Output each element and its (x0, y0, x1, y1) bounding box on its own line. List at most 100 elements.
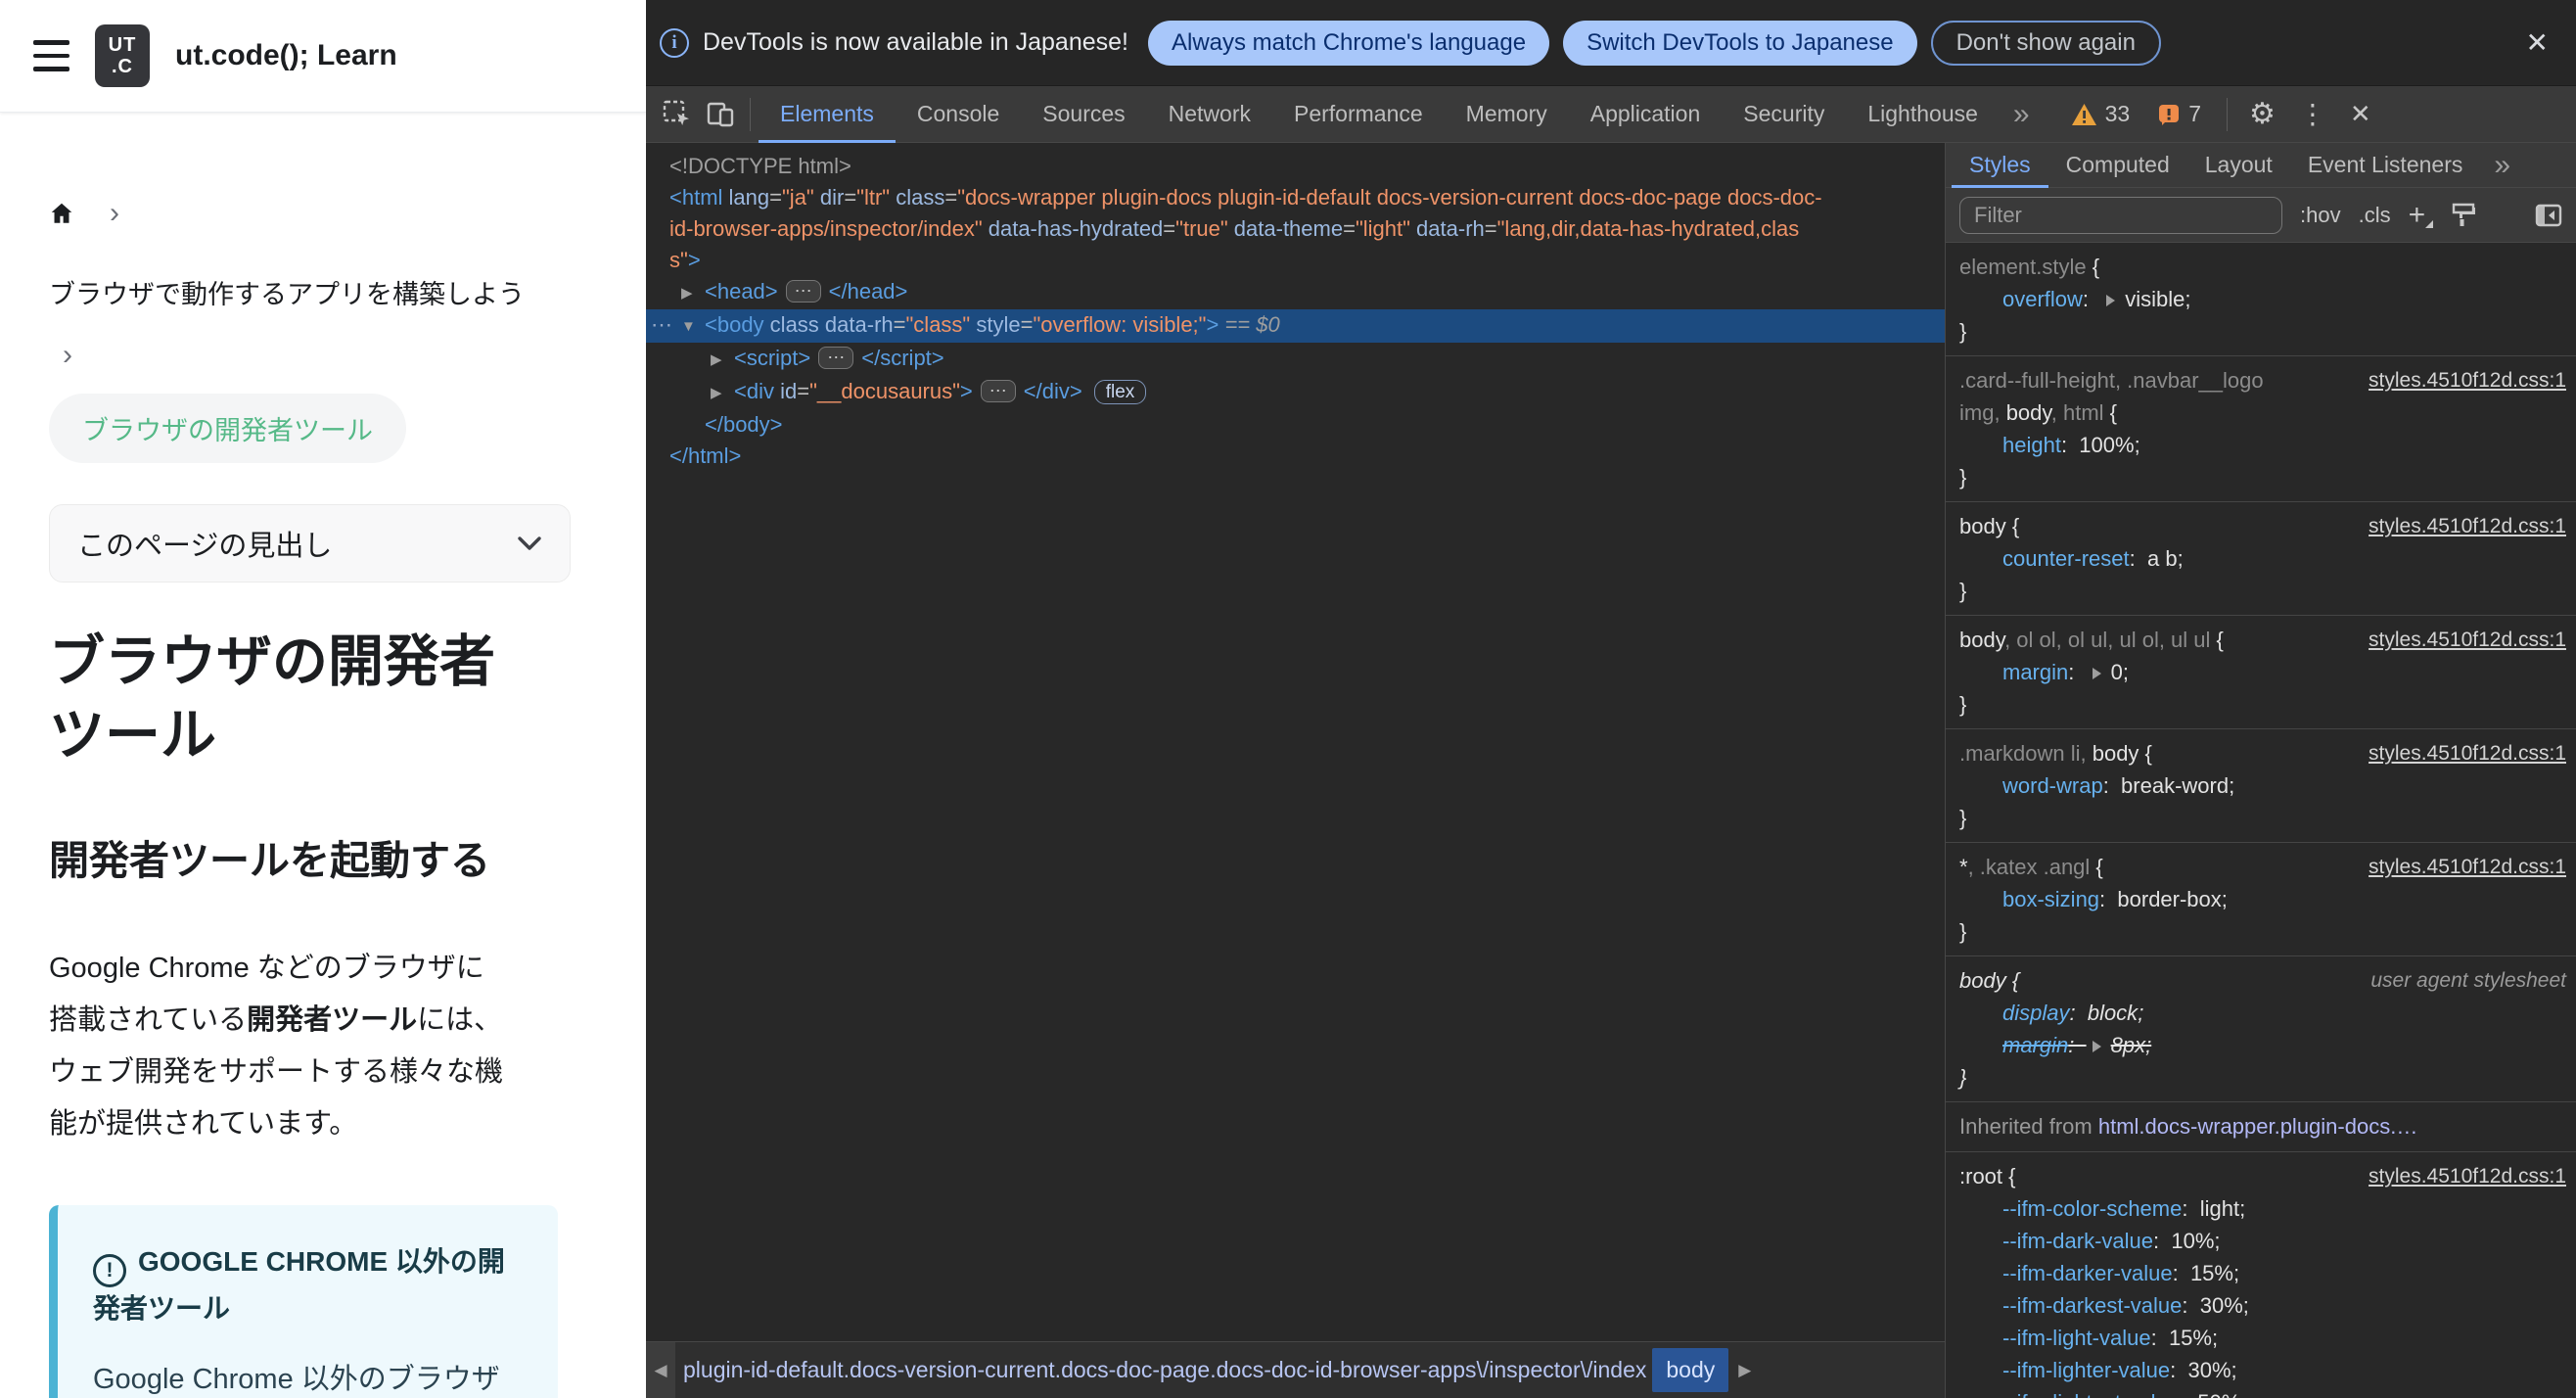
home-icon[interactable] (49, 201, 74, 226)
dom-node-row[interactable]: id-browser-apps/inspector/index" data-ha… (646, 213, 1945, 245)
css-property[interactable]: --ifm-lightest-value: 50%; (1959, 1386, 2566, 1398)
devtools-tab-performance[interactable]: Performance (1272, 86, 1445, 143)
expander-down-icon[interactable]: ▼ (681, 311, 705, 343)
dom-node-row[interactable]: ▶ <head> ⋯ </head> (646, 276, 1945, 309)
css-property[interactable]: --ifm-dark-value: 10%; (1959, 1225, 2566, 1257)
settings-gear-icon[interactable]: ⚙ (2239, 97, 2285, 131)
css-rule[interactable]: :root {styles.4510f12d.css:1 --ifm-color-… (1946, 1152, 2576, 1398)
breadcrumb-current[interactable]: ブラウザの開発者ツール (49, 394, 406, 463)
toc-toggle[interactable]: このページの見出し (49, 504, 571, 582)
dom-node-row[interactable]: ⋯ ▼ <body class data-rh="class" style="ove… (646, 309, 1945, 343)
expander-right-icon[interactable]: ▶ (711, 378, 734, 409)
device-toolbar-icon[interactable] (699, 95, 742, 134)
expander-right-icon[interactable]: ▶ (681, 278, 705, 309)
css-rule[interactable]: body {user agent stylesheet display: bloc… (1946, 956, 2576, 1102)
dom-node-row[interactable]: ▶ <div id="__docusaurus"> ⋯ </div> flex (646, 376, 1945, 409)
devtools-tab-elements[interactable]: Elements (759, 86, 896, 143)
devtools-tab-network[interactable]: Network (1147, 86, 1272, 143)
hamburger-menu-icon[interactable] (33, 40, 69, 71)
devtools-tab-security[interactable]: Security (1722, 86, 1846, 143)
css-property[interactable]: word-wrap: break-word; (1959, 769, 2566, 802)
notification-close-icon[interactable]: ✕ (2520, 26, 2554, 59)
dom-node-row[interactable]: s"> (646, 245, 1945, 276)
css-property[interactable]: --ifm-light-value: 15%; (1959, 1322, 2566, 1354)
rule-selector[interactable]: img, body, html { (1959, 396, 2566, 429)
stylesheet-source-link[interactable]: styles.4510f12d.css:1 (2353, 624, 2566, 656)
issue-count-badge[interactable]: 7 (2157, 101, 2201, 127)
expander-right-icon[interactable]: ▶ (711, 345, 734, 376)
css-rule[interactable]: .card--full-height, .navbar__logo styles.… (1946, 356, 2576, 502)
rule-selector[interactable]: :root {styles.4510f12d.css:1 (1959, 1160, 2566, 1192)
css-rule[interactable]: body {styles.4510f12d.css:1 counter-reset… (1946, 502, 2576, 616)
site-title[interactable]: ut.code(); Learn (175, 39, 397, 72)
devtools-tab-lighthouse[interactable]: Lighthouse (1846, 86, 2000, 143)
devtools-tab-application[interactable]: Application (1569, 86, 1723, 143)
rule-selector[interactable]: .markdown li, body {styles.4510f12d.css:… (1959, 737, 2566, 769)
devtools-tab-sources[interactable]: Sources (1021, 86, 1146, 143)
kebab-menu-icon[interactable]: ⋮ (2289, 98, 2336, 130)
styles-tab-event-listeners[interactable]: Event Listeners (2290, 143, 2481, 188)
forward-arrow-icon[interactable]: ▶ (1728, 1361, 1761, 1380)
hover-state-button[interactable]: :hov (2300, 203, 2341, 228)
rule-selector[interactable]: body, ol ol, ol ul, ul ol, ul ul {styles… (1959, 624, 2566, 656)
site-logo[interactable]: UT .C (95, 24, 150, 87)
stylesheet-source-link[interactable]: styles.4510f12d.css:1 (2353, 510, 2566, 542)
devtools-tab-memory[interactable]: Memory (1445, 86, 1569, 143)
new-style-rule-icon[interactable]: + (2409, 199, 2434, 232)
rule-selector[interactable]: *, .katex .angl {styles.4510f12d.css:1 (1959, 851, 2566, 883)
rendering-brush-icon[interactable] (2451, 203, 2476, 228)
styles-tab-computed[interactable]: Computed (2048, 143, 2187, 188)
breadcrumb-lesson[interactable]: ブラウザで動作するアプリを構築しよう (49, 273, 607, 311)
dom-node-row[interactable]: <!DOCTYPE html> (646, 151, 1945, 182)
css-property[interactable]: height: 100%; (1959, 429, 2566, 461)
dom-node-row[interactable]: </html> (646, 441, 1945, 472)
css-property[interactable]: --ifm-darker-value: 15%; (1959, 1257, 2566, 1289)
dom-node-row[interactable]: </body> (646, 409, 1945, 441)
rule-selector[interactable]: .card--full-height, .navbar__logo styles.… (1959, 364, 2566, 396)
switch-japanese-button[interactable]: Switch DevTools to Japanese (1563, 20, 1917, 66)
match-language-button[interactable]: Always match Chrome's language (1147, 20, 1550, 66)
dom-node-row[interactable]: ▶ <script> ⋯ </script> (646, 343, 1945, 376)
flex-badge[interactable]: flex (1093, 380, 1147, 404)
warning-count-badge[interactable]: 33 (2071, 101, 2130, 127)
styles-tab-styles[interactable]: Styles (1952, 143, 2048, 188)
devtools-close-icon[interactable]: ✕ (2340, 99, 2381, 129)
rule-selector[interactable]: body {user agent stylesheet (1959, 964, 2566, 997)
stylesheet-source-link[interactable]: styles.4510f12d.css:1 (2353, 364, 2566, 396)
css-property[interactable]: --ifm-darkest-value: 30%; (1959, 1289, 2566, 1322)
css-property[interactable]: margin: 8px; (1959, 1029, 2566, 1061)
stylesheet-source-link[interactable]: styles.4510f12d.css:1 (2353, 737, 2566, 769)
stylesheet-source-link[interactable]: styles.4510f12d.css:1 (2353, 1160, 2566, 1192)
css-property[interactable]: counter-reset: a b; (1959, 542, 2566, 575)
stylesheet-source-link[interactable]: styles.4510f12d.css:1 (2353, 851, 2566, 883)
css-property[interactable]: overflow: visible; (1959, 283, 2566, 315)
inherited-node-link[interactable]: html.docs-wrapper.plugin-docs.… (2098, 1114, 2417, 1139)
css-rule[interactable]: body, ol ol, ol ul, ul ol, ul ul {styles… (1946, 616, 2576, 729)
inspect-element-icon[interactable] (656, 95, 699, 134)
devtools-tab-console[interactable]: Console (896, 86, 1021, 143)
back-arrow-icon[interactable]: ◀ (646, 1342, 675, 1398)
more-tabs-icon[interactable]: » (2000, 98, 2044, 131)
class-toggle-button[interactable]: .cls (2359, 203, 2391, 228)
rule-selector[interactable]: body {styles.4510f12d.css:1 (1959, 510, 2566, 542)
css-property[interactable]: display: block; (1959, 997, 2566, 1029)
css-property[interactable]: --ifm-color-scheme: light; (1959, 1192, 2566, 1225)
expand-ellipsis-icon[interactable]: ⋯ (818, 346, 854, 369)
sidebar-toggle-icon[interactable] (2535, 204, 2562, 227)
node-menu-ellipsis-icon[interactable]: ⋯ (651, 309, 672, 341)
dom-node-row[interactable]: <html lang="ja" dir="ltr" class="docs-wr… (646, 182, 1945, 213)
dom-breadcrumb-path[interactable]: plugin-id-default.docs-version-current.d… (675, 1357, 1652, 1383)
css-rule[interactable]: *, .katex .angl {styles.4510f12d.css:1 bo… (1946, 843, 2576, 956)
css-rule[interactable]: element.style {overflow: visible;} (1946, 243, 2576, 356)
css-property[interactable]: margin: 0; (1959, 656, 2566, 688)
styles-tab-layout[interactable]: Layout (2187, 143, 2290, 188)
css-property[interactable]: box-sizing: border-box; (1959, 883, 2566, 915)
css-rule[interactable]: .markdown li, body {styles.4510f12d.css:… (1946, 729, 2576, 843)
css-property[interactable]: --ifm-lighter-value: 30%; (1959, 1354, 2566, 1386)
styles-filter-input[interactable] (1959, 196, 2282, 234)
expand-ellipsis-icon[interactable]: ⋯ (785, 279, 821, 303)
dont-show-again-button[interactable]: Don't show again (1930, 20, 2161, 66)
more-sidebar-tabs-icon[interactable]: » (2480, 149, 2524, 182)
expand-ellipsis-icon[interactable]: ⋯ (980, 379, 1016, 402)
rule-selector[interactable]: element.style { (1959, 251, 2566, 283)
